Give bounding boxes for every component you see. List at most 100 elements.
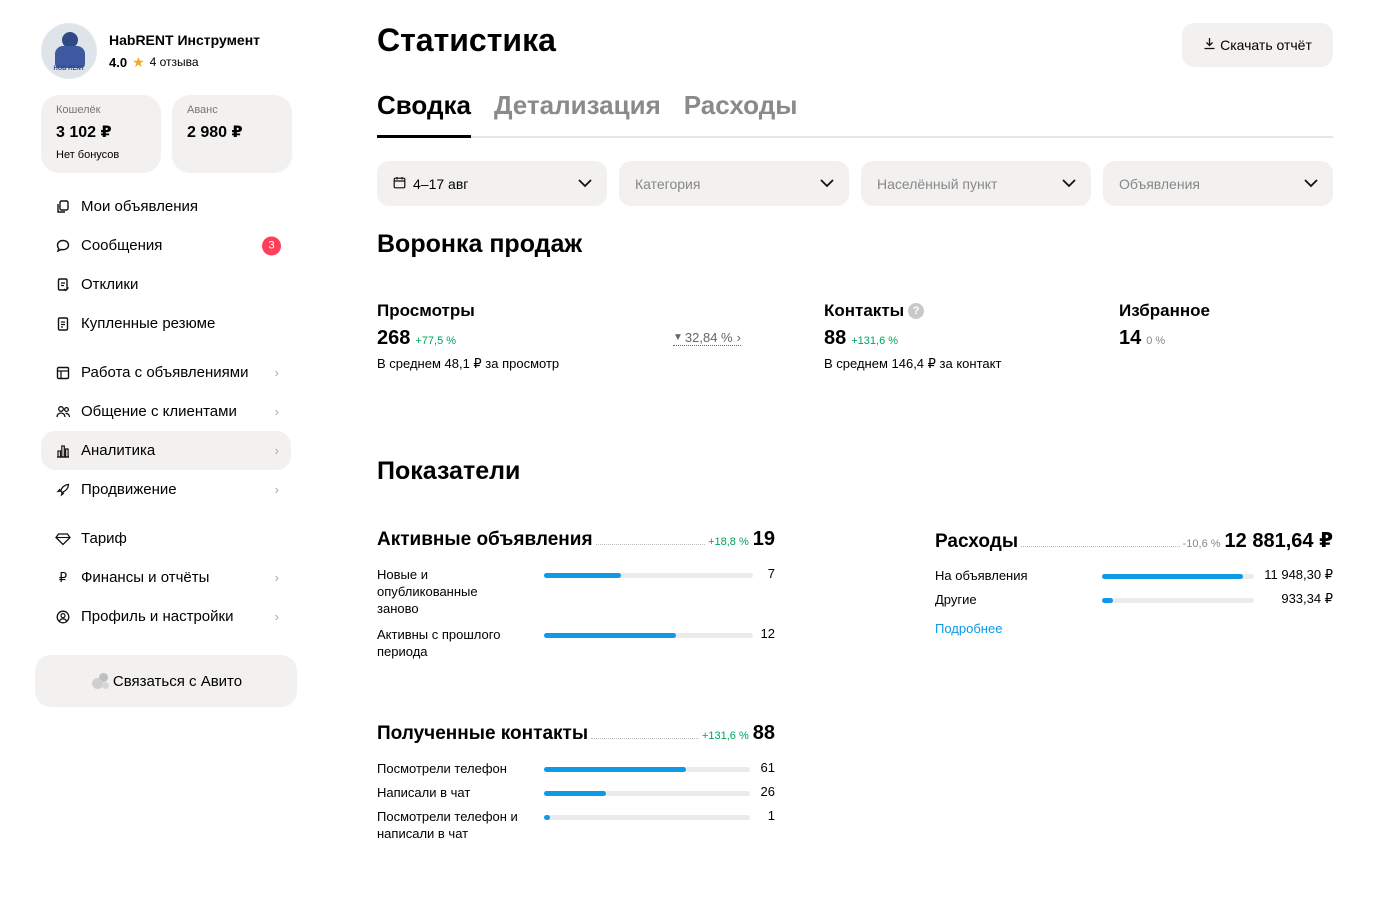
sidebar-item-ads-work[interactable]: Работа с объявлениями › <box>41 353 291 392</box>
sidebar-item-messages[interactable]: Сообщения 3 <box>41 226 291 265</box>
download-icon <box>1203 37 1216 53</box>
bar-track <box>544 791 750 796</box>
dotted-leader <box>595 533 706 545</box>
profile-rating[interactable]: 4.0 ★ 4 отзыва <box>109 54 260 71</box>
download-report-button[interactable]: Скачать отчёт <box>1182 23 1333 67</box>
bar-track <box>544 633 753 638</box>
page-title: Статистика <box>377 22 556 58</box>
views-to-contacts-conversion[interactable]: ▼ 32,84 % › <box>673 330 741 346</box>
funnel-contacts: Контакты ? 88 +131,6 % В среднем 146,4 ₽… <box>824 301 1001 372</box>
bar-track <box>544 815 750 820</box>
expenses-title: Расходы <box>935 531 1019 552</box>
bar-value: 26 <box>760 784 775 799</box>
views-delta: +77,5 % <box>415 335 457 347</box>
expenses-header: Расходы -10,6 % 12 881,64 ₽ <box>935 528 1333 553</box>
chat-bubble-icon <box>55 238 71 254</box>
bar-fill <box>544 791 606 796</box>
chevron-right-icon: › <box>274 443 279 458</box>
sidebar-item-label: Общение с клиентами <box>81 403 237 420</box>
bar-label: Посмотрели телефон и написали в чат <box>377 809 518 841</box>
sidebar-item-responses[interactable]: Отклики <box>41 265 291 304</box>
chevron-down-icon <box>1061 172 1077 197</box>
avatar[interactable]: HUB RENT <box>41 23 97 79</box>
received-contacts-delta: +131,6 % <box>701 730 749 742</box>
received-contacts-title: Полученные контакты <box>377 723 589 744</box>
diamond-icon <box>55 531 71 547</box>
tab-expenses[interactable]: Расходы <box>684 90 798 138</box>
bar-fill <box>544 573 622 578</box>
bar-row: Другие 933,34 ₽ <box>935 591 1333 611</box>
bar-row: Новые и опубликованные заново 7 <box>377 566 775 622</box>
chevron-right-icon: › <box>274 570 279 585</box>
views-value: 268 <box>377 327 411 349</box>
profile-name[interactable]: HabRENT Инструмент <box>109 32 260 48</box>
chevron-down-icon <box>577 172 593 197</box>
expenses-block: Расходы -10,6 % 12 881,64 ₽ <box>935 528 1333 553</box>
favorites-title: Избранное <box>1119 301 1210 320</box>
sidebar-item-clients[interactable]: Общение с клиентами › <box>41 392 291 431</box>
contacts-value: 88 <box>824 327 847 349</box>
funnel-filter-icon: ▼ <box>673 332 683 343</box>
date-range-value: 4–17 авг <box>413 175 469 192</box>
tab-details[interactable]: Детализация <box>494 90 661 138</box>
bar-label: На объявления <box>935 568 1028 583</box>
unread-badge: 3 <box>262 236 281 255</box>
funnel-title: Воронка продаж <box>377 230 583 258</box>
document-check-icon <box>55 277 71 293</box>
users-icon <box>55 404 71 420</box>
sidebar-item-settings[interactable]: Профиль и настройки › <box>41 597 291 636</box>
download-report-label: Скачать отчёт <box>1220 37 1312 53</box>
bar-fill <box>544 633 676 638</box>
wallet-cards: Кошелёк 3 102 ₽ Нет бонусов Аванс 2 980 … <box>41 95 292 173</box>
bar-track <box>1102 598 1254 603</box>
advance-card[interactable]: Аванс 2 980 ₽ <box>172 95 292 173</box>
favorites-value-row: 14 0 % <box>1119 327 1210 350</box>
bar-value: 61 <box>760 760 775 775</box>
active-ads-delta: +18,8 % <box>708 536 749 548</box>
contact-avito-label: Связаться с Авито <box>112 672 243 690</box>
category-select[interactable]: Категория <box>619 161 849 206</box>
contacts-note: В среднем 146,4 ₽ за контакт <box>824 356 1002 371</box>
bar-label: Новые и опубликованные заново <box>377 567 478 616</box>
views-value-row: 268 +77,5 % <box>377 327 559 350</box>
expenses-more-link[interactable]: Подробнее <box>935 621 1002 636</box>
sidebar-item-analytics[interactable]: Аналитика › <box>41 431 291 470</box>
wallet-card[interactable]: Кошелёк 3 102 ₽ Нет бонусов <box>41 95 161 173</box>
sidebar-item-label: Финансы и отчёты <box>81 569 210 586</box>
profile-info: HabRENT Инструмент 4.0 ★ 4 отзыва <box>109 32 260 71</box>
sidebar-item-promotion[interactable]: Продвижение › <box>41 470 291 509</box>
tab-summary[interactable]: Сводка <box>377 90 471 138</box>
views-title: Просмотры <box>377 301 475 320</box>
sidebar-item-label: Аналитика <box>81 442 156 459</box>
sidebar-item-label: Купленные резюме <box>81 315 216 332</box>
wallet-label: Кошелёк <box>56 104 101 116</box>
bar-value: 11 948,30 ₽ <box>1264 567 1333 582</box>
sidebar-item-finance[interactable]: ₽ Финансы и отчёты › <box>41 558 291 597</box>
bar-value: 933,34 ₽ <box>1281 591 1333 606</box>
date-range-select[interactable]: 4–17 авг <box>377 161 607 206</box>
wallet-value: 3 102 ₽ <box>56 124 112 141</box>
bar-track <box>544 573 753 578</box>
sidebar-item-my-ads[interactable]: Мои объявления <box>41 187 291 226</box>
active-ads-total: 19 <box>752 528 775 550</box>
sidebar-menu: Мои объявления Сообщения 3 Отклики Купле… <box>41 187 291 636</box>
help-icon[interactable]: ? <box>908 303 925 319</box>
active-ads-header: Активные объявления +18,8 % 19 <box>377 528 775 551</box>
sidebar-item-tariff[interactable]: Тариф <box>41 519 291 558</box>
locality-placeholder: Населённый пункт <box>877 175 998 192</box>
wallet-bonus-note: Нет бонусов <box>56 149 120 161</box>
bar-fill <box>544 815 551 820</box>
ads-placeholder: Объявления <box>1119 175 1200 192</box>
sidebar-item-resumes[interactable]: Купленные резюме <box>41 304 291 343</box>
ads-select[interactable]: Объявления <box>1103 161 1333 206</box>
bar-track <box>544 767 750 772</box>
sidebar-item-label: Отклики <box>81 276 139 293</box>
bar-track <box>1102 574 1254 579</box>
profile-header[interactable]: HUB RENT HabRENT Инструмент 4.0 ★ 4 отзы… <box>41 23 260 79</box>
sidebar-item-label: Тариф <box>81 530 127 547</box>
contact-avito-button[interactable]: Связаться с Авито <box>35 655 297 707</box>
avatar-figure-body <box>55 46 85 68</box>
locality-select[interactable]: Населённый пункт <box>861 161 1091 206</box>
dotted-leader <box>591 727 699 739</box>
advance-value: 2 980 ₽ <box>187 124 243 141</box>
